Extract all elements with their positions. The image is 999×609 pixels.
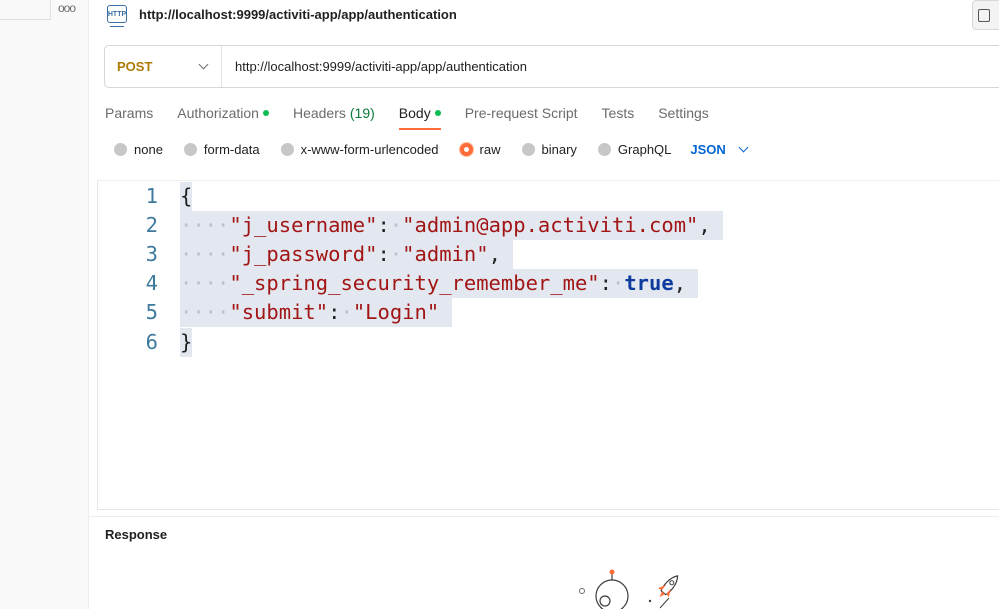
more-options-icon[interactable]: ooo (58, 1, 76, 15)
radio-label: form-data (203, 142, 260, 157)
response-title: Response (105, 527, 168, 542)
request-tabs: Params Authorization Headers (19) Body Pr… (105, 103, 733, 130)
radio-label: none (134, 142, 163, 157)
radio-form-data[interactable]: form-data (183, 142, 260, 157)
radio-circle-icon (183, 143, 197, 156)
json-value: "admin" (402, 242, 489, 266)
json-value: "Login" (352, 300, 440, 324)
radio-label: GraphQL (617, 142, 672, 157)
tab-headers[interactable]: Headers (19) (293, 103, 375, 123)
radio-label: raw (479, 142, 501, 157)
radio-x-www-form-urlencoded[interactable]: x-www-form-urlencoded (280, 142, 439, 157)
tab-tests-label: Tests (601, 105, 635, 121)
json-comma: , (673, 271, 687, 295)
code-text: ····"j_username":·"admin@app.activiti.co… (180, 211, 724, 240)
url-bar: POST http://localhost:9999/activiti-app/… (104, 45, 999, 88)
tab-settings[interactable]: Settings (658, 103, 709, 123)
method-select[interactable]: POST (105, 46, 222, 87)
body-editor[interactable]: 1 { 2 ····"j_username":·"admin@app.activ… (97, 180, 999, 510)
json-key: "submit" (229, 300, 329, 324)
tab-tests[interactable]: Tests (602, 103, 635, 123)
code-line: 6 } (98, 328, 999, 357)
json-key: "j_username" (229, 213, 378, 237)
radio-circle-icon (521, 143, 535, 156)
line-number: 4 (145, 271, 158, 295)
radio-selected-icon (459, 143, 473, 156)
radio-binary[interactable]: binary (521, 142, 577, 157)
url-input[interactable]: http://localhost:9999/activiti-app/app/a… (222, 59, 527, 74)
status-dot-icon (262, 110, 269, 116)
code-text: ····"j_password":·"admin", (180, 240, 514, 269)
radio-label: binary (541, 142, 577, 157)
sidebar: ooo (0, 0, 89, 609)
code-text: { (180, 182, 193, 211)
method-label: POST (117, 59, 153, 74)
save-icon[interactable] (972, 0, 999, 30)
code-text: ····"_spring_security_remember_me":·true… (180, 269, 699, 298)
chevron-down-icon (738, 142, 749, 153)
code-line: 3 ····"j_password":·"admin", (98, 240, 999, 269)
radio-none[interactable]: none (114, 142, 163, 157)
tab-body-label: Body (398, 105, 431, 121)
headers-count-badge: (19) (349, 105, 375, 121)
line-number: 3 (145, 242, 158, 266)
line-number: 1 (145, 184, 158, 208)
code-text: ····"submit":·"Login" (180, 298, 452, 327)
tab-pre-request-script-label: Pre-request Script (464, 105, 578, 121)
response-divider (89, 516, 999, 517)
language-label: JSON (690, 142, 726, 157)
tab-pre-request-script[interactable]: Pre-request Script (465, 103, 578, 123)
code-text: } (180, 328, 193, 357)
json-key: "_spring_security_remember_me" (229, 271, 600, 295)
code-line: 1 { (98, 182, 999, 211)
radio-raw[interactable]: raw (459, 142, 501, 157)
code-line: 2 ····"j_username":·"admin@app.activiti.… (98, 211, 999, 240)
tab-settings-label: Settings (658, 105, 709, 121)
code-line: 5 ····"submit":·"Login" (98, 298, 999, 327)
line-number: 6 (145, 330, 158, 354)
language-select[interactable]: JSON (690, 142, 749, 157)
tab-params[interactable]: Params (105, 103, 153, 123)
json-key: "j_password" (229, 242, 378, 266)
json-comma: , (488, 242, 501, 266)
request-title[interactable]: http://localhost:9999/activiti-app/app/a… (139, 7, 457, 22)
radio-label: x-www-form-urlencoded (300, 142, 439, 157)
http-request-icon: HTTP (107, 5, 127, 27)
tab-authorization[interactable]: Authorization (177, 103, 269, 123)
code-line: 4 ····"_spring_security_remember_me":·tr… (98, 269, 999, 298)
body-type-radios: none form-data x-www-form-urlencoded raw… (114, 142, 749, 157)
tab-authorization-label: Authorization (177, 105, 259, 121)
line-number: 2 (145, 213, 158, 237)
json-value: true (624, 271, 674, 295)
radio-circle-icon (280, 143, 294, 156)
json-value: "admin@app.activiti.com" (402, 213, 699, 237)
radio-graphql[interactable]: GraphQL (597, 142, 672, 157)
tab-body[interactable]: Body (398, 103, 441, 130)
sidebar-search-cell[interactable] (0, 0, 51, 20)
radio-circle-icon (597, 143, 611, 156)
request-title-row: HTTP http://localhost:9999/activiti-app/… (107, 3, 457, 27)
chevron-down-icon (198, 59, 209, 70)
radio-circle-icon (114, 143, 127, 156)
status-dot-icon (434, 110, 441, 116)
json-comma: , (698, 213, 711, 237)
tab-params-label: Params (105, 105, 154, 121)
rocket-illustration-icon (579, 569, 679, 609)
line-number: 5 (145, 300, 158, 324)
tab-headers-label: Headers (292, 105, 346, 121)
